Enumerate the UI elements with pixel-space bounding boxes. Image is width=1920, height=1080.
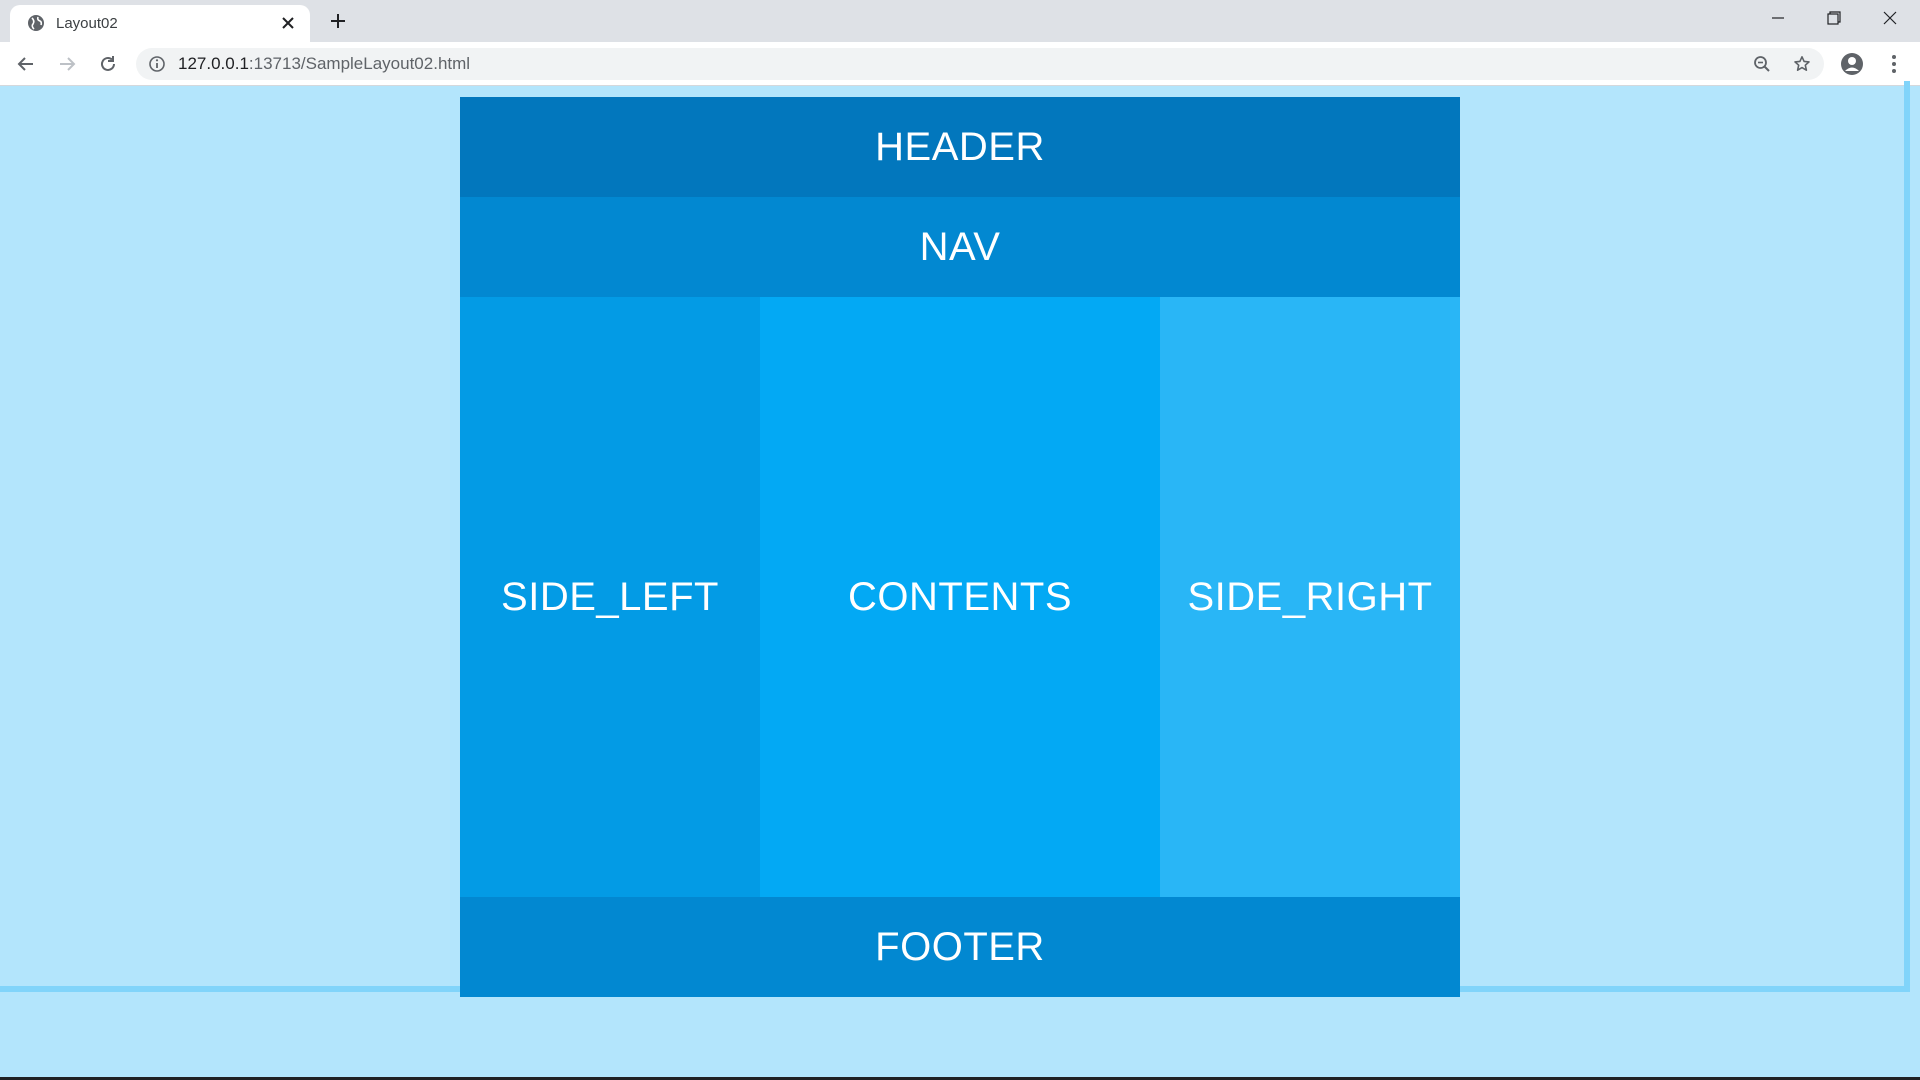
side-right-section: SIDE_RIGHT — [1160, 297, 1460, 897]
reload-icon[interactable] — [92, 48, 124, 80]
star-icon[interactable] — [1792, 54, 1812, 74]
header-section: HEADER — [460, 97, 1460, 197]
plus-icon[interactable] — [326, 9, 350, 33]
browser-toolbar: 127.0.0.1:13713/SampleLayout02.html — [0, 42, 1920, 86]
minimize-icon[interactable] — [1750, 0, 1806, 36]
contents-section: CONTENTS — [760, 297, 1160, 897]
zoom-out-icon[interactable] — [1752, 54, 1772, 74]
browser-tab[interactable]: Layout02 — [10, 5, 310, 42]
close-window-icon[interactable] — [1862, 0, 1918, 36]
url-host: 127.0.0.1 — [178, 54, 249, 73]
account-icon[interactable] — [1838, 50, 1866, 78]
kebab-menu-icon[interactable] — [1880, 50, 1908, 78]
address-bar[interactable]: 127.0.0.1:13713/SampleLayout02.html — [136, 48, 1824, 80]
side-left-section: SIDE_LEFT — [460, 297, 760, 897]
tab-strip: Layout02 — [0, 0, 1920, 42]
info-icon[interactable] — [148, 55, 166, 73]
close-icon[interactable] — [278, 13, 298, 33]
url-path: :13713/SampleLayout02.html — [248, 54, 471, 73]
page-viewport: HEADER NAV SIDE_LEFT CONTENTS SIDE_RIGHT… — [0, 81, 1920, 1080]
nav-section: NAV — [460, 197, 1460, 297]
url-text: 127.0.0.1:13713/SampleLayout02.html — [178, 48, 470, 80]
globe-icon — [26, 13, 46, 33]
layout-wrapper: HEADER NAV SIDE_LEFT CONTENTS SIDE_RIGHT… — [460, 97, 1460, 997]
arrow-right-icon[interactable] — [51, 48, 83, 80]
tab-title: Layout02 — [56, 15, 118, 32]
arrow-left-icon[interactable] — [10, 48, 42, 80]
footer-section: FOOTER — [460, 897, 1460, 997]
restore-icon[interactable] — [1806, 0, 1862, 36]
